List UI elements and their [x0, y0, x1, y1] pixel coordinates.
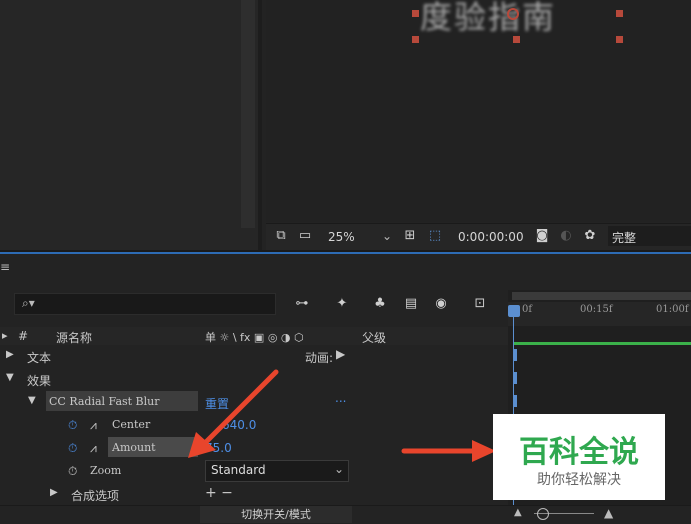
region-of-interest-icon[interactable]: ⊞	[402, 228, 418, 244]
search-icon: ⌕▾	[22, 296, 35, 310]
zoom-out-icon[interactable]: ▲	[514, 507, 522, 518]
column-source-name[interactable]: 源名称	[56, 329, 92, 346]
color-channels-icon[interactable]: ✿	[582, 228, 598, 244]
reset-link[interactable]: 重置	[205, 395, 229, 412]
layer-handle[interactable]	[412, 36, 419, 43]
layer-handle[interactable]	[616, 10, 623, 17]
stopwatch-icon[interactable]: ⏱	[68, 464, 77, 479]
ruler-label: 0f	[522, 304, 533, 315]
time-ruler[interactable]: 0f 00:15f 01:00f	[508, 302, 691, 326]
animate-label: 动画:	[305, 351, 334, 365]
layer-handle[interactable]	[616, 36, 623, 43]
column-switches: 单 ☼ \ fx ▣ ◎ ◑ ⬡	[205, 331, 304, 344]
amount-value[interactable]: 75.0	[205, 441, 232, 455]
ruler-label: 01:00f	[656, 304, 689, 315]
center-label: Center	[112, 418, 151, 431]
graph-icon[interactable]: ⩘	[90, 418, 97, 433]
keyframe-marker[interactable]	[514, 349, 517, 361]
animate-play-icon[interactable]: ▶	[336, 347, 345, 361]
current-time-indicator[interactable]	[508, 305, 520, 317]
work-area-bar[interactable]	[512, 292, 691, 300]
expand-all-icon[interactable]: ▸	[2, 329, 8, 342]
effect-name: CC Radial Fast Blur	[49, 395, 160, 408]
draft-3d-icon[interactable]: ✦	[334, 296, 350, 312]
layer-handle[interactable]	[412, 10, 419, 17]
resolution-select[interactable]: 完整	[608, 226, 691, 246]
zoom-slider-handle[interactable]	[537, 508, 549, 520]
effect-row-cc-radial-fast-blur[interactable]: ▼ CC Radial Fast Blur 重置 ...	[0, 391, 508, 413]
frame-blending-icon[interactable]: ▤	[403, 296, 419, 312]
panel-separator	[258, 0, 262, 250]
anchor-point-icon[interactable]	[507, 8, 519, 20]
collapse-arrow-icon[interactable]: ▼	[28, 395, 36, 406]
layer-row-text[interactable]: ▶ 文本 动画: ▶	[0, 345, 508, 367]
column-parent[interactable]: 父级	[362, 329, 386, 346]
expand-arrow-icon[interactable]: ▶	[50, 487, 58, 498]
chevron-down-icon: ⌄	[382, 229, 393, 243]
keyframe-marker[interactable]	[514, 372, 517, 384]
resolution-value: 完整	[612, 231, 637, 245]
zoom-value: 25%	[328, 230, 355, 244]
shy-layers-icon[interactable]: ♣	[372, 296, 388, 312]
layer-search-input[interactable]	[14, 293, 276, 315]
current-timecode[interactable]: 0:00:00:00	[458, 230, 524, 244]
effect-options-dots[interactable]: ...	[335, 391, 346, 405]
graph-editor-icon[interactable]: ⊡	[472, 296, 488, 312]
zoom-in-icon[interactable]: ▲	[604, 506, 613, 520]
property-row-zoom[interactable]: ⏱ Zoom	[0, 460, 508, 482]
stopwatch-icon[interactable]: ⏱	[68, 418, 77, 433]
graph-icon[interactable]: ⩘	[90, 441, 97, 456]
property-row-amount[interactable]: ⏱ ⩘ Amount 75.0	[0, 437, 508, 459]
ruler-label: 00:15f	[580, 304, 613, 315]
layer-row-effects[interactable]: ▼ 效果	[0, 368, 508, 390]
always-preview-icon[interactable]: ⧉	[273, 228, 289, 244]
toggle-switches-modes-button[interactable]: 切换开关/模式	[200, 506, 352, 523]
camera-snapshot-icon[interactable]: ◙	[534, 228, 550, 244]
stopwatch-icon[interactable]: ⏱	[68, 441, 77, 456]
timeline-header	[0, 254, 691, 289]
layer-column-header: ▸ # 源名称 单 ☼ \ fx ▣ ◎ ◑ ⬡ 父级	[0, 327, 508, 346]
expand-arrow-icon[interactable]: ▶	[6, 349, 14, 360]
property-row-center[interactable]: ⏱ ⩘ Center 640.0	[0, 414, 508, 436]
comp-flowchart-icon[interactable]: ⊶	[294, 296, 310, 312]
show-snapshot-icon[interactable]: ◐	[558, 228, 574, 244]
motion-blur-icon[interactable]: ◉	[433, 296, 449, 312]
watermark-title: 百科全说	[519, 435, 639, 470]
panel-menu-icon[interactable]: ≡	[0, 260, 10, 274]
transparency-grid-icon[interactable]: ⬚	[427, 228, 443, 244]
zoom-label: Zoom	[90, 464, 122, 477]
layer-handle[interactable]	[513, 36, 520, 43]
zoom-select[interactable]: 25% ⌄	[322, 226, 396, 246]
amount-label: Amount	[112, 441, 156, 454]
text-group-label: 文本	[27, 351, 52, 365]
collapse-arrow-icon[interactable]: ▼	[6, 372, 14, 383]
column-number: #	[18, 329, 29, 343]
project-panel	[0, 0, 262, 250]
layer-row-comp-options[interactable]: ▶ 合成选项 + −	[0, 483, 508, 505]
keyframe-marker[interactable]	[514, 395, 517, 407]
add-remove-controls[interactable]: + −	[205, 485, 233, 501]
blurred-text-layer: 度验指南	[420, 0, 557, 36]
effects-group-label: 效果	[27, 374, 52, 388]
layer-duration-bar[interactable]	[514, 342, 691, 345]
center-value[interactable]: 640.0	[222, 418, 256, 432]
monitor-icon[interactable]: ▭	[297, 228, 313, 244]
watermark-subtitle: 助你轻松解决	[537, 472, 621, 488]
project-scrollbar[interactable]	[241, 0, 255, 228]
comp-options-label: 合成选项	[71, 489, 120, 503]
